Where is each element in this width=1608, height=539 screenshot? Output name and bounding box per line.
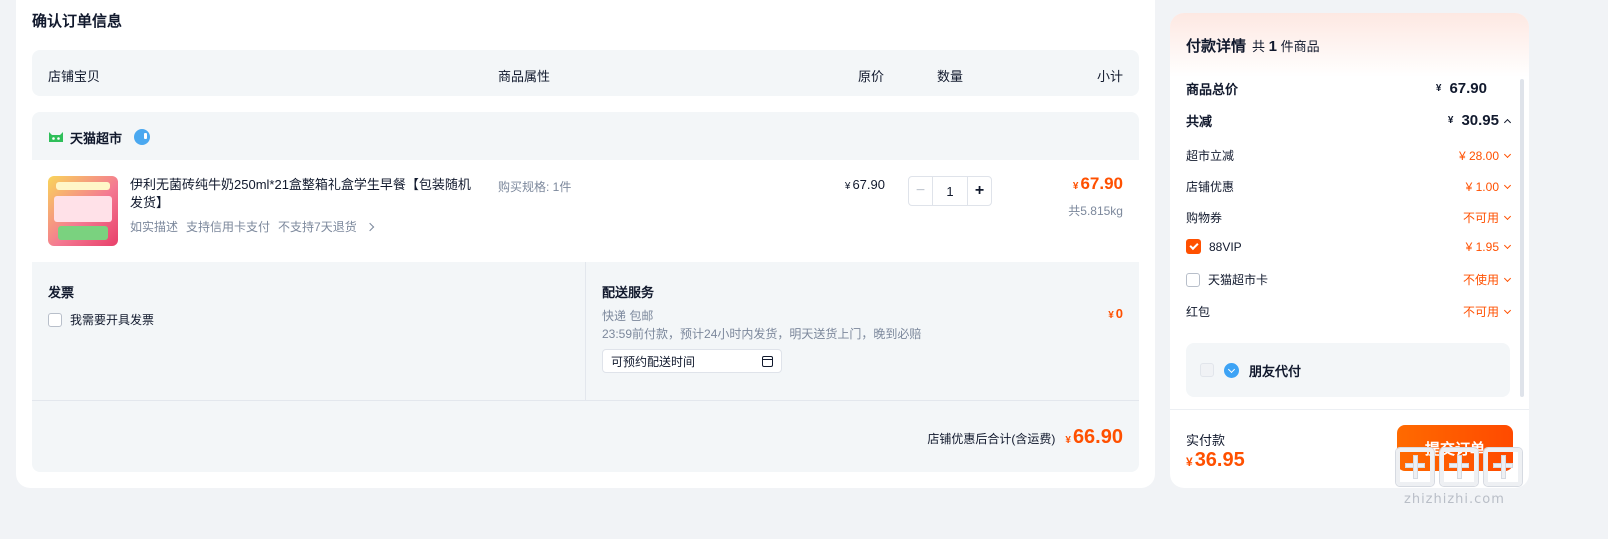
tmall-cat-icon [49,132,63,142]
goods-total-row: 商品总价 ¥67.90 [1186,79,1510,98]
invoice-section: 发票 我需要开具发票 [48,282,154,328]
col-shop: 店铺宝贝 [48,69,101,84]
chevron-down-icon [1503,212,1512,220]
divider [585,262,586,400]
store-total-label: 店铺优惠后合计(含运费) [927,432,1056,446]
delivery-section: 配送服务 快递 包邮 23:59前付款，预计24小时内发货，明天送货上门，晚到必… [602,282,921,373]
payment-title: 付款详情 共 1 件商品 [1186,38,1320,55]
delivery-method: 快递 包邮 [602,309,654,323]
item-count: 共 1 件商品 [1252,38,1320,55]
col-price: 原价 [858,69,885,84]
chevron-down-icon [1503,274,1512,282]
item-weight: 共5.815kg [1068,204,1123,218]
table-header: 店铺宝贝 商品属性 原价 数量 小计 [32,50,1139,96]
product-title[interactable]: 伊利无菌砖纯牛奶250ml*21盒整箱礼盒学生早餐【包装随机发货】 [130,176,472,212]
chat-icon[interactable] [134,129,151,145]
paid-value: ¥36.95 [1186,449,1245,471]
invoice-title: 发票 [48,285,75,300]
item-row: 伊利无菌砖纯牛奶250ml*21盒整箱礼盒学生早餐【包装随机发货】 如实描述 支… [32,160,1139,262]
paid-label: 实付款 [1186,433,1226,448]
item-subtotal: ¥67.90 [1072,174,1123,193]
payment-panel: 付款详情 共 1 件商品 商品总价 ¥67.90 共减 ¥30.95 超市立减 … [1170,13,1529,488]
chevron-up-icon [1503,118,1512,126]
delivery-note: 23:59前付款，预计24小时内发货，明天送货上门，晚到必赔 [602,327,922,341]
goods-total-label: 商品总价 [1186,82,1239,97]
col-subtotal: 小计 [1096,69,1123,84]
store-total-value: ¥66.90 [1065,426,1123,448]
discount-line[interactable]: 店铺优惠 ¥ 1.00 [1186,178,1512,195]
card-checkbox[interactable] [1186,272,1200,287]
divider [1170,409,1529,410]
watermark-text: zhizhizhi.com [1404,492,1505,507]
tag: 支持信用卡支付 [186,220,271,234]
store-block: 天猫超市 伊利无菌砖纯牛奶250ml*21盒整箱礼盒学生早餐【包装随机发货】 如… [32,112,1139,472]
decrease-button[interactable]: − [909,177,933,205]
col-attr: 商品属性 [498,69,551,84]
delivery-title: 配送服务 [602,285,655,300]
discount-row[interactable]: 共减 ¥30.95 [1186,111,1512,130]
friend-pay-icon [1224,362,1239,378]
chevron-down-icon [1503,241,1512,249]
friend-pay-option[interactable]: 朋友代付 [1186,343,1510,397]
vip-checkbox-checked[interactable] [1186,239,1201,254]
invoice-checkbox[interactable] [48,312,62,327]
discount-line-card[interactable]: 天猫超市卡 不使用 [1186,271,1512,288]
page-title: 确认订单信息 [32,13,123,30]
product-spec: 购买规格: 1件 [498,180,572,194]
store-total: 店铺优惠后合计(含运费) ¥66.90 [927,426,1123,449]
friend-pay-label: 朋友代付 [1249,363,1302,379]
quantity-stepper: − 1 + [908,176,992,206]
friend-pay-checkbox[interactable] [1200,363,1214,377]
chevron-right-icon [365,222,374,231]
goods-total-value: ¥67.90 [1435,80,1487,97]
chevron-down-icon [1503,181,1512,189]
tag: 不支持7天退货 [278,220,357,234]
divider [32,400,1139,401]
discount-line[interactable]: 超市立减 ¥ 28.00 [1186,147,1512,164]
scrollbar[interactable] [1520,79,1524,397]
discount-line[interactable]: 红包 不可用 [1186,303,1512,320]
discount-label: 共减 [1186,114,1213,129]
invoice-checkbox-label: 我需要开具发票 [70,313,155,327]
watermark-logo-icon [1396,448,1564,486]
product-tags[interactable]: 如实描述 支持信用卡支付 不支持7天退货 [130,218,374,235]
chevron-down-icon [1503,150,1512,158]
unit-price: ¥67.90 [844,177,885,192]
delivery-time-picker[interactable]: 可预约配送时间 [602,349,782,373]
invoice-option[interactable]: 我需要开具发票 [48,311,154,328]
delivery-time-placeholder: 可预约配送时间 [611,354,696,369]
payment-header: 付款详情 共 1 件商品 [1170,13,1529,77]
store-header: 天猫超市 [48,128,151,147]
watermark: zhizhizhi.com [1396,448,1564,526]
chevron-down-icon [1503,306,1512,314]
product-thumbnail[interactable] [48,176,118,246]
tag: 如实描述 [130,220,179,234]
calendar-icon [762,355,773,367]
payment-details: 商品总价 ¥67.90 共减 ¥30.95 超市立减 ¥ 28.00 店铺优惠 … [1170,77,1529,409]
col-qty: 数量 [937,69,964,84]
delivery-fee: ¥0 [1108,306,1123,321]
discount-value: ¥30.95 [1448,112,1512,129]
store-name[interactable]: 天猫超市 [70,128,122,147]
quantity-value[interactable]: 1 [933,177,967,205]
discount-line-88vip[interactable]: 88VIP ¥ 1.95 [1186,239,1512,254]
increase-button[interactable]: + [967,177,991,205]
order-card: 确认订单信息 店铺宝贝 商品属性 原价 数量 小计 天猫超市 伊利无菌砖纯牛奶2… [16,0,1155,488]
discount-line[interactable]: 购物券 不可用 [1186,209,1512,226]
